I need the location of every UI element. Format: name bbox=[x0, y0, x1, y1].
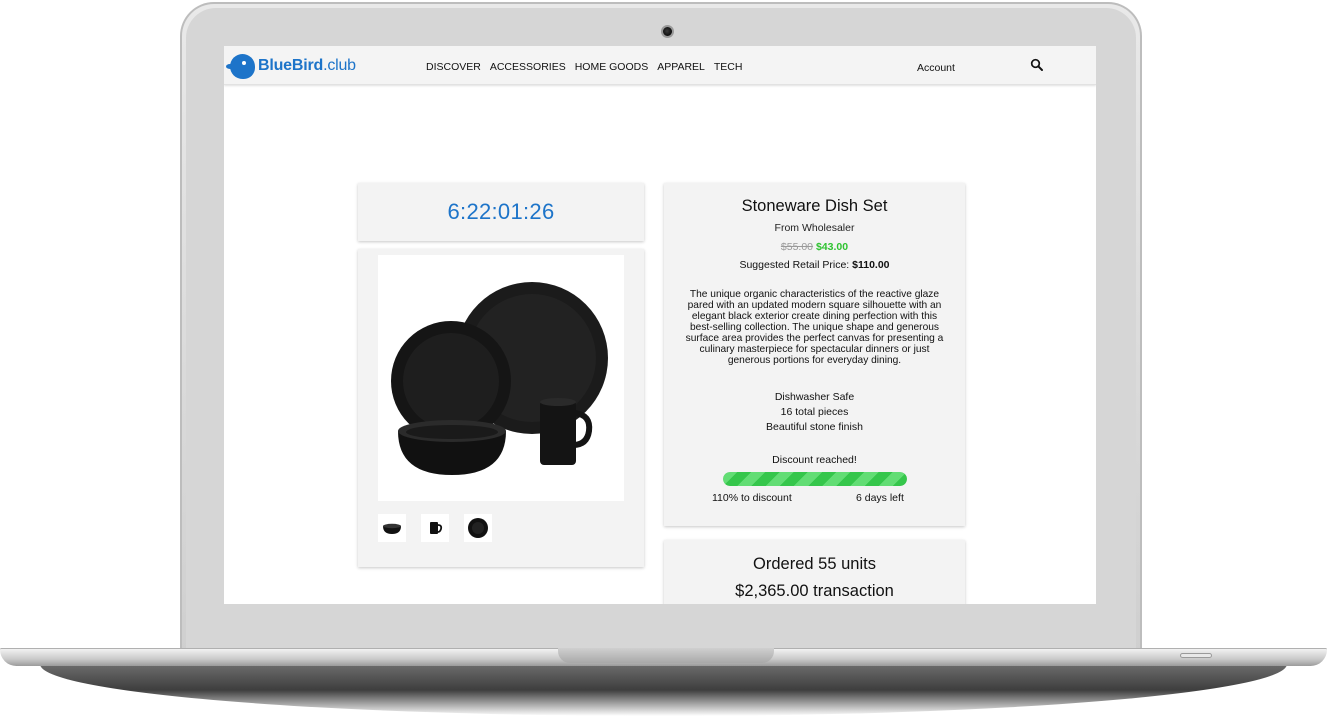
main-nav: DISCOVER ACCESSORIES HOME GOODS APPAREL … bbox=[426, 61, 751, 73]
nav-link-accessories[interactable]: ACCESSORIES bbox=[490, 61, 566, 73]
product-title: Stoneware Dish Set bbox=[741, 197, 888, 215]
thumbnail-mug[interactable] bbox=[421, 514, 449, 542]
nav-link-home-goods[interactable]: HOME GOODS bbox=[575, 61, 649, 73]
mug-thumbnail-icon bbox=[430, 522, 443, 534]
thumbnail-bowl[interactable] bbox=[378, 514, 406, 542]
time-left-text: 6 days left bbox=[856, 492, 904, 504]
thumbnail-plate[interactable] bbox=[464, 514, 492, 542]
original-price: $55.00 bbox=[780, 241, 814, 253]
discount-progress-bar bbox=[723, 472, 907, 486]
price-line: $55.00 $43.00 bbox=[664, 241, 965, 253]
laptop-base-notch bbox=[558, 648, 774, 663]
ordered-units: Ordered 55 units bbox=[753, 555, 876, 573]
discount-status: Discount reached! bbox=[772, 454, 857, 467]
discount-progress-fill bbox=[723, 472, 907, 486]
bluebird-logo-icon bbox=[226, 53, 255, 79]
product-image-card bbox=[358, 249, 644, 567]
countdown-timer: 6:22:01:26 bbox=[447, 199, 555, 224]
product-info-card: Stoneware Dish Set From Wholesaler $55.0… bbox=[664, 183, 965, 526]
logo-text: BlueBird.club bbox=[258, 57, 356, 74]
feature-item: 16 total pieces bbox=[780, 405, 849, 418]
discount-percent-text: 110% to discount bbox=[712, 492, 792, 504]
sale-price: $43.00 bbox=[815, 241, 849, 253]
order-summary-card: Ordered 55 units $2,365.00 transaction bbox=[664, 540, 965, 604]
site-logo[interactable]: BlueBird.club bbox=[226, 52, 356, 80]
plate-thumbnail-icon bbox=[468, 518, 488, 538]
nav-link-apparel[interactable]: APPAREL bbox=[657, 61, 705, 73]
webcam bbox=[661, 25, 674, 38]
product-main-image[interactable] bbox=[378, 255, 624, 501]
account-link[interactable]: Account bbox=[917, 62, 955, 74]
feature-item: Beautiful stone finish bbox=[766, 420, 863, 433]
seller-line: From Wholesaler bbox=[774, 222, 855, 234]
bowl-thumbnail-icon bbox=[383, 523, 401, 534]
dish-set-image bbox=[391, 282, 608, 475]
retail-price-value: $110.00 bbox=[852, 259, 890, 271]
transaction-amount: $2,365.00 transaction bbox=[735, 582, 894, 600]
product-description: The unique organic characteristics of th… bbox=[685, 289, 944, 366]
laptop-indicator bbox=[1180, 653, 1212, 658]
retail-price-line: Suggested Retail Price: $110.00 bbox=[664, 259, 965, 271]
retail-price-label: Suggested Retail Price: bbox=[739, 259, 850, 271]
browser-screen: BlueBird.club DISCOVER ACCESSORIES HOME … bbox=[224, 46, 1096, 604]
thumbnail-strip bbox=[378, 514, 492, 542]
top-navbar: BlueBird.club DISCOVER ACCESSORIES HOME … bbox=[224, 46, 1096, 85]
laptop-shadow bbox=[40, 664, 1287, 716]
nav-link-discover[interactable]: DISCOVER bbox=[426, 61, 481, 73]
search-icon[interactable] bbox=[1030, 58, 1044, 72]
nav-link-tech[interactable]: TECH bbox=[714, 61, 743, 73]
feature-item: Dishwasher Safe bbox=[774, 391, 855, 403]
feature-list: Dishwasher Safe 16 total pieces Beautifu… bbox=[664, 390, 965, 434]
countdown-card: 6:22:01:26 bbox=[358, 183, 644, 241]
